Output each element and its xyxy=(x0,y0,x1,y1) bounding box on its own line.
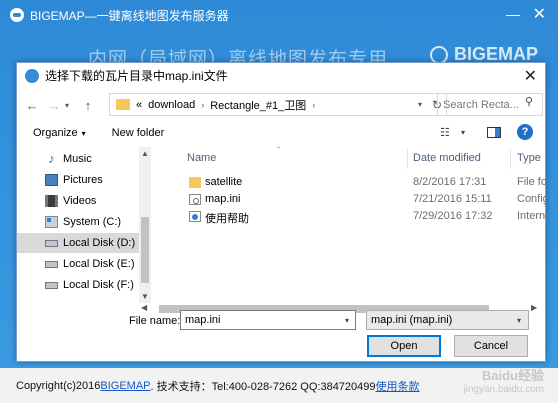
nav-item-label: Videos xyxy=(63,195,97,207)
dialog-toolbar: Organize ▾ New folder ☷ ▾ ? xyxy=(17,121,547,145)
footer-support: . 技术支持：Tel:400-028-7262 QQ:384720499 xyxy=(150,380,376,393)
nav-item-system-c[interactable]: System (C:) xyxy=(17,212,139,232)
column-divider[interactable] xyxy=(407,149,408,169)
nav-item-videos[interactable]: Videos xyxy=(17,191,139,211)
nav-item-local-disk-d[interactable]: Local Disk (D:) xyxy=(17,233,139,253)
address-dropdown-chevron-icon[interactable]: ▾ xyxy=(418,100,422,109)
minimize-icon[interactable]: — xyxy=(506,6,520,22)
breadcrumb-rectangle[interactable]: Rectangle_#1_卫图 xyxy=(210,97,306,113)
open-button[interactable]: Open xyxy=(367,335,441,357)
nav-item-local-disk-e[interactable]: Local Disk (E:) xyxy=(17,254,139,274)
file-type: Configuration settings xyxy=(517,193,547,205)
file-row-help[interactable]: 使用帮助 7/29/2016 17:32 Internet Shortcut xyxy=(153,208,547,225)
brand-logo-icon xyxy=(429,45,448,64)
watermark-line1: Baidu经验 xyxy=(481,368,544,383)
recent-locations-chevron-icon[interactable]: ▾ xyxy=(65,101,77,110)
nav-item-music[interactable]: ♪ Music xyxy=(17,149,139,169)
disk-icon xyxy=(45,239,58,247)
column-header-date-modified[interactable]: Date modified xyxy=(413,147,481,169)
nav-item-label: System (C:) xyxy=(63,216,122,228)
file-date: 7/29/2016 17:32 xyxy=(413,210,493,222)
forward-arrow-icon[interactable]: → xyxy=(45,98,63,113)
file-date: 8/2/2016 17:31 xyxy=(413,176,487,188)
file-list: ⌃ Name Date modified Type satellite 8/2/… xyxy=(153,147,547,303)
app-title: BIGEMAP—一键离线地图发布服务器 xyxy=(30,8,229,23)
file-name: map.ini xyxy=(205,193,241,205)
nav-item-local-disk-f[interactable]: Local Disk (F:) xyxy=(17,275,139,295)
address-folder-icon xyxy=(116,99,130,110)
nav-item-label: Local Disk (E:) xyxy=(63,258,135,270)
internet-shortcut-icon xyxy=(189,211,201,222)
file-type: File folder xyxy=(517,176,547,188)
sort-ascending-icon: ⌃ xyxy=(275,147,282,154)
preview-pane-icon[interactable] xyxy=(487,127,501,138)
new-folder-button[interactable]: New folder xyxy=(112,127,165,139)
up-arrow-icon[interactable]: ↑ xyxy=(79,98,97,113)
breadcrumb-separator-icon[interactable]: › xyxy=(201,100,204,110)
scroll-down-chevron-icon[interactable]: ▼ xyxy=(139,292,151,301)
disk-icon xyxy=(45,281,58,289)
videos-icon xyxy=(45,195,58,207)
scroll-left-chevron-icon[interactable]: ◀ xyxy=(141,303,147,312)
dialog-close-icon[interactable]: ✕ xyxy=(524,66,537,86)
file-row-satellite[interactable]: satellite 8/2/2016 17:31 File folder xyxy=(153,174,547,191)
footer-copyright: Copyright(c)2016 xyxy=(16,379,101,392)
nav-item-label: Local Disk (F:) xyxy=(63,279,134,291)
file-date: 7/21/2016 15:11 xyxy=(413,193,492,205)
watermark-line2: jingyan.baidu.com xyxy=(463,384,544,395)
nav-scrollbar[interactable]: ▲ ▼ xyxy=(139,147,151,303)
breadcrumb-download[interactable]: download xyxy=(148,99,195,111)
app-logo-icon xyxy=(10,8,24,22)
nav-scroll-thumb[interactable] xyxy=(141,217,149,283)
music-icon: ♪ xyxy=(48,151,55,166)
watermark: Baidu经验 jingyan.baidu.com xyxy=(463,369,544,397)
help-icon[interactable]: ? xyxy=(517,124,533,140)
organize-label: Organize xyxy=(33,127,78,139)
search-icon[interactable]: ⚲ xyxy=(525,95,542,108)
file-type-chevron-icon[interactable]: ▾ xyxy=(517,316,521,325)
file-name-dropdown-chevron-icon[interactable]: ▾ xyxy=(345,316,349,325)
dialog-app-icon xyxy=(25,68,39,83)
organize-chevron-icon: ▾ xyxy=(81,129,86,138)
nav-item-label: Local Disk (D:) xyxy=(63,237,136,249)
app-close-icon[interactable]: ✕ xyxy=(533,4,546,24)
dialog-title: 选择下载的瓦片目录中map.ini文件 xyxy=(45,69,228,83)
file-type: Internet Shortcut xyxy=(517,210,547,222)
breadcrumb-separator-icon[interactable]: › xyxy=(312,100,315,110)
back-arrow-icon[interactable]: ← xyxy=(23,98,41,113)
nav-item-label: Music xyxy=(63,153,92,165)
app-titlebar: BIGEMAP—一键离线地图发布服务器 — ✕ xyxy=(0,0,558,30)
scroll-right-chevron-icon[interactable]: ▶ xyxy=(531,303,537,312)
footer-brand-link[interactable]: BIGEMAP xyxy=(100,380,150,392)
nav-item-label: Pictures xyxy=(63,174,103,186)
file-row-map-ini[interactable]: map.ini 7/21/2016 15:11 Configuration se… xyxy=(153,191,547,208)
file-name-input[interactable]: map.ini xyxy=(180,310,356,330)
file-name: satellite xyxy=(205,176,243,188)
footer-terms-link[interactable]: 使用条款 xyxy=(376,378,420,394)
column-divider[interactable] xyxy=(510,149,511,169)
file-open-dialog: 选择下载的瓦片目录中map.ini文件 ✕ ← → ▾ ↑ « download… xyxy=(16,62,547,362)
folder-icon xyxy=(189,177,201,188)
dialog-titlebar: 选择下载的瓦片目录中map.ini文件 xyxy=(17,63,545,89)
column-header-name[interactable]: Name xyxy=(187,147,216,169)
address-bar[interactable]: « download › Rectangle_#1_卫图 › ▾ ↻ xyxy=(109,93,447,116)
nav-item-pictures[interactable]: Pictures xyxy=(17,170,139,190)
cancel-button[interactable]: Cancel xyxy=(454,335,528,357)
organize-button[interactable]: Organize ▾ xyxy=(33,127,86,139)
file-name: 使用帮助 xyxy=(205,213,249,225)
address-row: ← → ▾ ↑ « download › Rectangle_#1_卫图 › ▾… xyxy=(17,91,547,119)
pictures-icon xyxy=(45,174,58,186)
column-header-type[interactable]: Type xyxy=(517,147,541,169)
system-drive-icon xyxy=(45,216,58,228)
disk-icon xyxy=(45,260,58,268)
file-type-select[interactable]: map.ini (map.ini) xyxy=(366,310,529,330)
navigation-pane: ♪ Music Pictures Videos System (C:) Loca… xyxy=(17,147,151,303)
view-options-chevron-icon[interactable]: ▾ xyxy=(461,128,465,137)
config-file-icon xyxy=(189,194,201,205)
file-name-label: File name: xyxy=(129,315,181,327)
address-prefix[interactable]: « xyxy=(136,99,142,111)
view-options-icon[interactable]: ☷ xyxy=(440,126,450,139)
scroll-up-chevron-icon[interactable]: ▲ xyxy=(139,149,151,158)
